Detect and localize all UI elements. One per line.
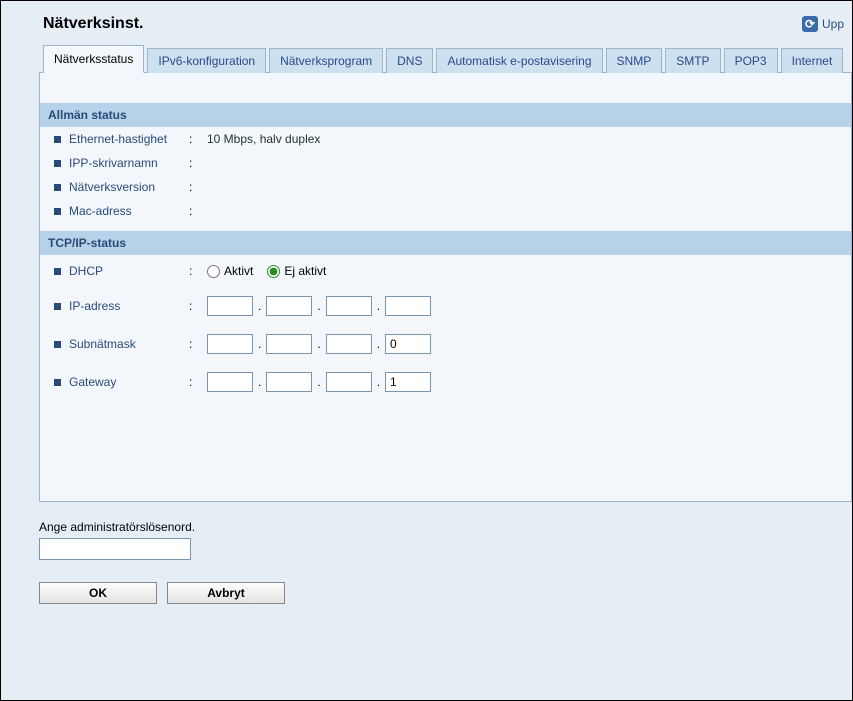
bullet-icon	[54, 379, 61, 386]
gateway-octet-2[interactable]	[266, 372, 312, 392]
tab-natverksprogram[interactable]: Nätverksprogram	[269, 48, 383, 73]
row-ethernet-speed: Ethernet-hastighet : 10 Mbps, halv duple…	[40, 127, 851, 151]
row-mac: Mac-adress :	[40, 199, 851, 223]
dhcp-label: DHCP	[69, 264, 189, 278]
colon: :	[189, 299, 207, 313]
dot: .	[256, 375, 263, 389]
row-ipp-name: IPP-skrivarnamn :	[40, 151, 851, 175]
dhcp-active-option[interactable]: Aktivt	[207, 264, 253, 278]
bullet-icon	[54, 136, 61, 143]
bullet-icon	[54, 303, 61, 310]
dot: .	[375, 375, 382, 389]
row-subnet: Subnätmask : . . .	[40, 325, 851, 363]
subnet-octet-1[interactable]	[207, 334, 253, 354]
row-gateway: Gateway : . . .	[40, 363, 851, 401]
refresh-label: Upp	[822, 17, 844, 31]
colon: :	[189, 180, 207, 194]
colon: :	[189, 156, 207, 170]
colon: :	[189, 375, 207, 389]
dhcp-inactive-label: Ej aktivt	[284, 264, 326, 278]
dot: .	[375, 337, 382, 351]
dot: .	[256, 337, 263, 351]
subnet-octet-4[interactable]	[385, 334, 431, 354]
tab-automatisk-epost[interactable]: Automatisk e-postavisering	[436, 48, 602, 73]
gateway-octet-3[interactable]	[326, 372, 372, 392]
tab-internet[interactable]: Internet	[781, 48, 844, 73]
tab-pop3[interactable]: POP3	[724, 48, 778, 73]
ip-octet-3[interactable]	[326, 296, 372, 316]
dot: .	[315, 337, 322, 351]
net-version-label: Nätverksversion	[69, 180, 189, 194]
tab-bar: Nätverksstatus IPv6-konfiguration Nätver…	[1, 45, 852, 73]
gateway-octet-1[interactable]	[207, 372, 253, 392]
dhcp-active-label: Aktivt	[224, 264, 253, 278]
ip-octet-4[interactable]	[385, 296, 431, 316]
dhcp-active-radio[interactable]	[207, 265, 220, 278]
row-dhcp: DHCP : Aktivt Ej aktivt	[40, 255, 851, 287]
bullet-icon	[54, 160, 61, 167]
bullet-icon	[54, 184, 61, 191]
bullet-icon	[54, 341, 61, 348]
refresh-icon: ⟳	[802, 16, 818, 32]
admin-password-label: Ange administratörslösenord.	[39, 520, 852, 534]
dot: .	[256, 299, 263, 313]
subnet-label: Subnätmask	[69, 337, 189, 351]
tab-dns[interactable]: DNS	[386, 48, 433, 73]
tab-natverksstatus[interactable]: Nätverksstatus	[43, 45, 144, 73]
ip-octet-1[interactable]	[207, 296, 253, 316]
colon: :	[189, 204, 207, 218]
section-tcpip-header: TCP/IP-status	[40, 231, 851, 255]
gateway-octet-4[interactable]	[385, 372, 431, 392]
tab-panel: Allmän status Ethernet-hastighet : 10 Mb…	[39, 72, 852, 502]
dhcp-inactive-radio[interactable]	[267, 265, 280, 278]
ip-octet-2[interactable]	[266, 296, 312, 316]
colon: :	[189, 132, 207, 146]
dot: .	[315, 299, 322, 313]
colon: :	[189, 264, 207, 278]
subnet-octet-3[interactable]	[326, 334, 372, 354]
dhcp-inactive-option[interactable]: Ej aktivt	[267, 264, 326, 278]
row-ip: IP-adress : . . .	[40, 287, 851, 325]
ethernet-speed-label: Ethernet-hastighet	[69, 132, 189, 146]
page-title: Nätverksinst.	[43, 15, 144, 33]
ipp-name-label: IPP-skrivarnamn	[69, 156, 189, 170]
subnet-octet-2[interactable]	[266, 334, 312, 354]
row-net-version: Nätverksversion :	[40, 175, 851, 199]
dot: .	[375, 299, 382, 313]
tab-smtp[interactable]: SMTP	[665, 48, 720, 73]
colon: :	[189, 337, 207, 351]
section-general-header: Allmän status	[40, 103, 851, 127]
tab-ipv6-konfiguration[interactable]: IPv6-konfiguration	[147, 48, 266, 73]
footer-area: Ange administratörslösenord. OK Avbryt	[1, 502, 852, 604]
mac-label: Mac-adress	[69, 204, 189, 218]
gateway-label: Gateway	[69, 375, 189, 389]
cancel-button[interactable]: Avbryt	[167, 582, 285, 604]
refresh-link[interactable]: ⟳ Upp	[802, 16, 844, 32]
ethernet-speed-value: 10 Mbps, halv duplex	[207, 132, 320, 146]
ok-button[interactable]: OK	[39, 582, 157, 604]
dot: .	[315, 375, 322, 389]
bullet-icon	[54, 208, 61, 215]
admin-password-input[interactable]	[39, 538, 191, 560]
tab-snmp[interactable]: SNMP	[606, 48, 663, 73]
ip-label: IP-adress	[69, 299, 189, 313]
bullet-icon	[54, 268, 61, 275]
